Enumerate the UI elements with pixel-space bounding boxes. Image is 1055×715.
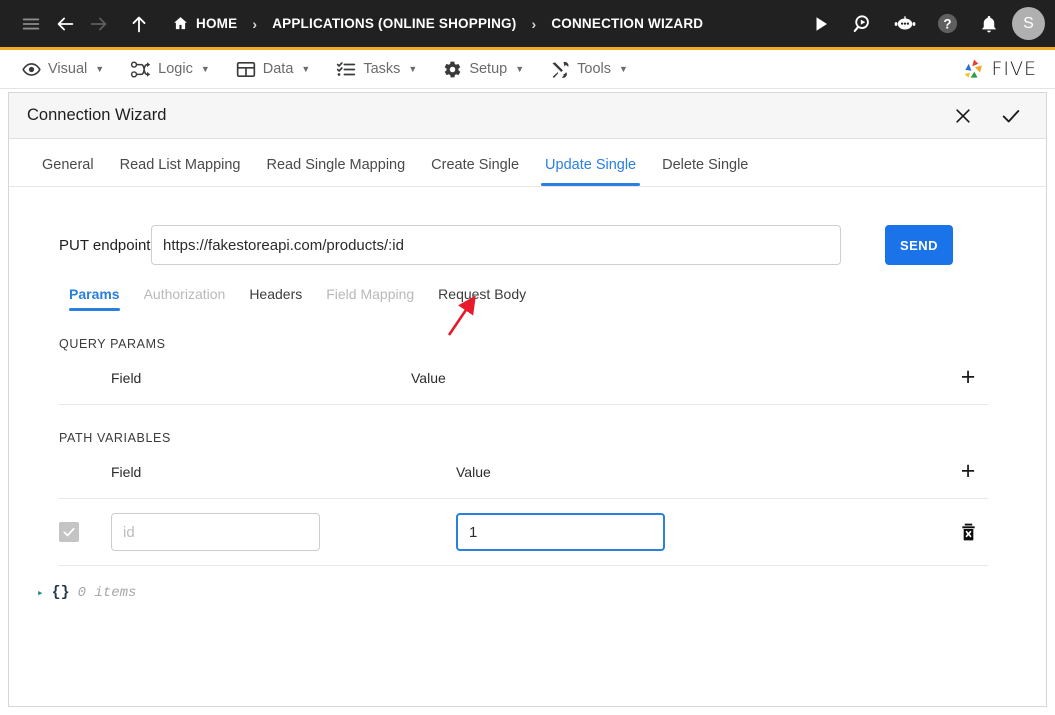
tab-read-single-mapping[interactable]: Read Single Mapping	[254, 157, 419, 186]
home-icon[interactable]	[172, 15, 189, 32]
endpoint-input[interactable]	[151, 225, 841, 265]
application-window: HOME › APPLICATIONS (ONLINE SHOPPING) › …	[0, 0, 1055, 715]
trash-delete-icon[interactable]	[948, 522, 988, 542]
main-menu-toolbar: Visual ▼ Logic ▼ Data ▼ Tasks ▼ Setup ▼ …	[0, 50, 1055, 89]
add-path-variable-button[interactable]: +	[961, 457, 976, 485]
notifications-bell-icon[interactable]	[972, 7, 1006, 41]
back-arrow-icon[interactable]	[48, 7, 82, 41]
menu-label-tasks: Tasks	[363, 61, 401, 77]
up-arrow-icon[interactable]	[122, 7, 156, 41]
menu-label-visual: Visual	[48, 61, 88, 77]
breadcrumb-item-home[interactable]: HOME	[196, 16, 237, 31]
connection-wizard-panel: Connection Wizard General Read List Mapp…	[8, 92, 1047, 707]
svg-text:?: ?	[943, 16, 951, 31]
subtab-authorization[interactable]: Authorization	[132, 286, 238, 311]
five-pinwheel-icon	[961, 56, 987, 82]
wizard-tabs: General Read List Mapping Read Single Ma…	[9, 139, 1046, 187]
json-root-brace: {}	[51, 584, 70, 601]
json-item-count: 0 items	[77, 584, 137, 601]
tab-create-single[interactable]: Create Single	[418, 157, 532, 186]
endpoint-label: PUT endpoint	[59, 236, 151, 254]
row-enabled-checkbox[interactable]	[59, 522, 79, 542]
query-params-value-header: Value	[411, 369, 446, 386]
menu-item-setup[interactable]: Setup ▼	[435, 60, 542, 79]
table-grid-icon	[236, 60, 256, 79]
chevron-down-icon: ▼	[301, 64, 311, 74]
path-variable-field-input[interactable]	[111, 513, 320, 551]
gear-icon	[443, 60, 462, 79]
subtab-request-body[interactable]: Request Body	[426, 286, 538, 311]
search-run-icon[interactable]	[846, 7, 880, 41]
subtab-params[interactable]: Params	[57, 286, 132, 311]
forward-arrow-icon[interactable]	[82, 7, 116, 41]
subtab-field-mapping[interactable]: Field Mapping	[314, 286, 426, 311]
tools-icon	[550, 60, 570, 79]
breadcrumb-item-connection-wizard[interactable]: CONNECTION WIZARD	[551, 16, 703, 31]
tab-delete-single[interactable]: Delete Single	[649, 157, 761, 186]
tab-read-list-mapping[interactable]: Read List Mapping	[107, 157, 254, 186]
menu-item-visual[interactable]: Visual ▼	[14, 60, 122, 79]
page-title: Connection Wizard	[27, 106, 167, 124]
table-row	[59, 499, 988, 566]
chevron-down-icon: ▼	[619, 64, 628, 74]
run-play-icon[interactable]	[804, 7, 838, 41]
top-navigation-bar: HOME › APPLICATIONS (ONLINE SHOPPING) › …	[0, 0, 1055, 50]
expand-toggle-icon[interactable]: ▸	[37, 586, 44, 600]
send-button[interactable]: SEND	[885, 225, 953, 265]
breadcrumb: HOME › APPLICATIONS (ONLINE SHOPPING) › …	[172, 15, 703, 32]
breadcrumb-item-applications[interactable]: APPLICATIONS (ONLINE SHOPPING)	[272, 16, 516, 31]
chevron-down-icon: ▼	[95, 64, 105, 74]
panel-header: Connection Wizard	[9, 93, 1046, 139]
path-variables-title: PATH VARIABLES	[59, 431, 171, 445]
checklist-icon	[336, 60, 356, 79]
breadcrumb-separator: ›	[531, 15, 537, 32]
eye-icon	[22, 60, 41, 79]
menu-label-data: Data	[262, 61, 294, 77]
endpoint-row: PUT endpoint SEND	[9, 187, 1046, 265]
subtab-headers[interactable]: Headers	[237, 286, 314, 311]
path-variable-value-input[interactable]	[456, 513, 665, 551]
menu-item-tasks[interactable]: Tasks ▼	[328, 60, 435, 79]
add-query-param-button[interactable]: +	[961, 363, 976, 391]
menu-item-data[interactable]: Data ▼	[228, 60, 329, 79]
tab-update-single[interactable]: Update Single	[532, 157, 649, 186]
response-json-viewer: ▸ {} 0 items	[9, 566, 1046, 601]
menu-label-logic: Logic	[158, 61, 193, 77]
chevron-down-icon: ▼	[408, 64, 418, 74]
user-avatar[interactable]: S	[1012, 7, 1045, 40]
chevron-down-icon: ▼	[515, 64, 525, 74]
path-variables-field-header: Field	[111, 463, 142, 480]
path-variables-value-header: Value	[456, 463, 491, 480]
five-logo-text: FIVE	[991, 58, 1037, 80]
chatbot-icon[interactable]	[888, 7, 922, 41]
tab-general[interactable]: General	[29, 157, 107, 186]
path-variables-header-row: Field Value +	[59, 445, 988, 499]
query-params-title: QUERY PARAMS	[59, 337, 166, 351]
help-icon[interactable]: ?	[930, 7, 964, 41]
menu-label-tools: Tools	[577, 61, 611, 77]
chevron-down-icon: ▼	[200, 64, 210, 74]
confirm-check-icon[interactable]	[994, 99, 1028, 133]
request-subtabs: Params Authorization Headers Field Mappi…	[9, 265, 1046, 311]
hamburger-menu-icon[interactable]	[14, 7, 48, 41]
five-logo: FIVE	[961, 56, 1041, 82]
flow-nodes-icon	[130, 60, 151, 79]
menu-label-setup: Setup	[469, 61, 508, 77]
query-params-header-row: Field Value +	[59, 351, 988, 405]
menu-item-logic[interactable]: Logic ▼	[122, 60, 228, 79]
menu-item-tools[interactable]: Tools ▼	[542, 60, 646, 79]
breadcrumb-separator: ›	[252, 15, 258, 32]
close-icon[interactable]	[946, 99, 980, 133]
query-params-field-header: Field	[111, 369, 142, 386]
